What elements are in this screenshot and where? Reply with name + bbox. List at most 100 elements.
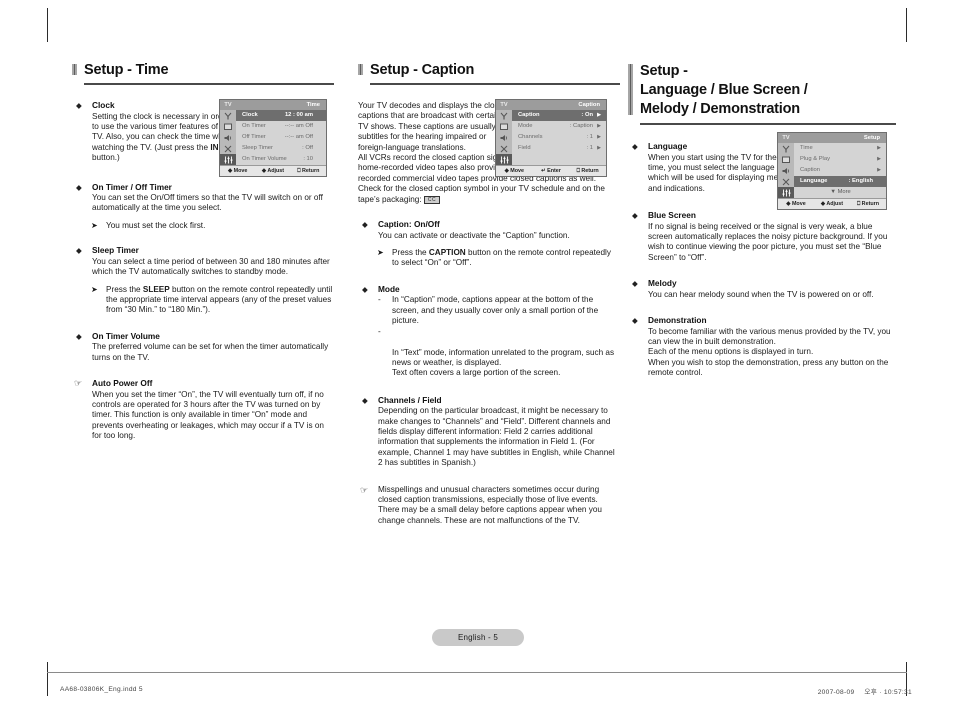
- diamond-bullet-icon: ◆: [362, 284, 368, 294]
- osd-row-empty: [512, 154, 606, 165]
- section-heading-clock: Clock: [92, 100, 115, 110]
- manual-page: Setup - Time ◆ Clock Setting the clock i…: [0, 0, 954, 704]
- section-heading-mode: Mode: [378, 283, 400, 294]
- osd-row-channels[interactable]: Channels : 1 ▶: [512, 132, 606, 143]
- section-channels-field: ◆ Channels / Field Depending on the part…: [358, 395, 616, 469]
- osd-row-value: : Caption: [569, 123, 593, 129]
- osd-row-label: Language: [800, 178, 828, 184]
- section-body-caption-onoff: You can activate or deactivate the “Capt…: [378, 230, 570, 240]
- osd-icon-rail: [778, 143, 794, 198]
- section-body-blue-screen: If no signal is being received or the si…: [648, 221, 888, 262]
- section-on-timer-volume: ◆ On Timer Volume The preferred volume c…: [72, 331, 334, 363]
- osd-time-menu: TV Time Clock 12 : 00 am On Timer --:--: [219, 99, 327, 177]
- setup-sliders-icon[interactable]: [496, 154, 512, 165]
- antenna-icon[interactable]: [778, 143, 794, 154]
- osd-row-value: : 10: [303, 156, 313, 162]
- osd-title: Caption: [578, 101, 600, 108]
- diamond-bullet-icon: ◆: [76, 182, 82, 192]
- section-caption-onoff: ◆ Caption: On/Off You can activate or de…: [358, 219, 616, 269]
- hint-move: ◆ Move: [786, 200, 806, 207]
- diamond-bullet-icon: ◆: [76, 246, 82, 256]
- picture-icon[interactable]: [220, 121, 236, 132]
- osd-row-sleep-timer[interactable]: Sleep Timer : Off: [236, 143, 326, 154]
- osd-row-label: Channels: [518, 134, 543, 140]
- osd-row-label: On Timer: [242, 123, 266, 129]
- section-body-on-off-timer: You can set the On/Off timers so that th…: [92, 193, 323, 213]
- pointing-hand-icon: ☞: [360, 484, 369, 495]
- section-body-on-timer-volume: The preferred volume can be set for when…: [92, 342, 329, 362]
- section-heading-caption-onoff: Caption: On/Off: [378, 219, 440, 230]
- osd-row-label: Field: [518, 145, 531, 151]
- osd-row-value: 12 : 00 am: [284, 112, 313, 118]
- picture-icon[interactable]: [778, 154, 794, 165]
- diamond-bullet-icon: ◆: [632, 316, 638, 326]
- title-line-2: Language / Blue Screen /: [640, 82, 808, 98]
- hint-return: ⎕ Return: [297, 167, 320, 174]
- osd-footer-hints: ◆ Move ◆ Adjust ⎕ Return: [220, 165, 326, 176]
- section-heading-demonstration: Demonstration: [648, 315, 707, 326]
- channel-scissors-icon[interactable]: [496, 143, 512, 154]
- osd-row-clock[interactable]: Clock 12 : 00 am: [236, 110, 326, 121]
- page-title-left: Setup - Time: [84, 62, 169, 78]
- closed-caption-icon: CC: [423, 195, 441, 204]
- page-title-middle: Setup - Caption: [370, 62, 475, 78]
- osd-row-on-timer[interactable]: On Timer --:-- am Off: [236, 121, 326, 132]
- osd-icon-rail: [220, 110, 236, 165]
- osd-row-value: : Off: [302, 145, 313, 151]
- picture-icon[interactable]: [496, 121, 512, 132]
- left-heading: Setup - Time: [72, 62, 334, 85]
- section-heading-on-timer-volume: On Timer Volume: [92, 330, 160, 341]
- note-text: You must set the clock first.: [106, 220, 206, 230]
- osd-row-off-timer[interactable]: Off Timer --:-- am Off: [236, 132, 326, 143]
- channel-scissors-icon[interactable]: [220, 143, 236, 154]
- osd-row-value: --:-- am Off: [284, 134, 313, 140]
- heading-rule: [84, 83, 334, 85]
- osd-row-mode[interactable]: Mode : Caption ▶: [512, 121, 606, 132]
- heading-accent-bar: [628, 64, 633, 115]
- sound-speaker-icon[interactable]: [220, 132, 236, 143]
- section-demonstration: ◆ Demonstration To become familiar with …: [628, 315, 896, 379]
- setup-sliders-icon[interactable]: [778, 187, 794, 198]
- page-title-right: Setup - Language / Blue Screen / Melody …: [640, 62, 896, 119]
- chevron-right-icon: ▶: [597, 134, 601, 140]
- hint-return: ⎕ Return: [576, 167, 599, 174]
- osd-row-label: Caption: [518, 112, 540, 118]
- title-line-3: Melody / Demonstration: [640, 101, 800, 117]
- section-heading-sleep-timer: Sleep Timer: [92, 245, 139, 256]
- chevron-right-icon: ▶: [597, 123, 601, 129]
- osd-row-time[interactable]: Time ▶: [794, 143, 886, 154]
- section-clock: ◆ Clock Setting the clock is necessary i…: [72, 100, 232, 164]
- chevron-right-icon: ▶: [877, 145, 881, 151]
- osd-row-plug-and-play[interactable]: Plug & Play ▶: [794, 154, 886, 165]
- diamond-bullet-icon: ◆: [632, 211, 638, 221]
- osd-row-more[interactable]: ▼ More: [794, 187, 886, 198]
- middle-heading: Setup - Caption: [358, 62, 620, 85]
- antenna-icon[interactable]: [220, 110, 236, 121]
- mode-dash-text-2: In “Text” mode, information unrelated to…: [392, 347, 615, 378]
- osd-item-list: Caption : On ▶ Mode : Caption ▶ Channels…: [512, 110, 606, 165]
- footer-filename: AA68-03806K_Eng.indd 5: [60, 686, 143, 693]
- osd-row-language[interactable]: Language : English: [794, 176, 886, 187]
- osd-titlebar: TV Time: [220, 100, 326, 110]
- setup-sliders-icon[interactable]: [220, 154, 236, 165]
- heading-rule: [640, 123, 896, 125]
- osd-row-caption[interactable]: Caption ▶: [794, 165, 886, 176]
- channel-scissors-icon[interactable]: [778, 176, 794, 187]
- sound-speaker-icon[interactable]: [496, 132, 512, 143]
- chevron-right-icon: ▶: [597, 112, 601, 118]
- osd-footer-hints: ◆ Move ↵ Enter ⎕ Return: [496, 165, 606, 176]
- osd-row-field[interactable]: Field : 1 ▶: [512, 143, 606, 154]
- osd-tv-tag: TV: [500, 101, 508, 108]
- antenna-icon[interactable]: [496, 110, 512, 121]
- heading-accent-bar: [72, 64, 77, 75]
- sound-speaker-icon[interactable]: [778, 165, 794, 176]
- chevron-right-icon: ▶: [597, 145, 601, 151]
- section-auto-power-off: ☞ Auto Power Off When you set the timer …: [72, 378, 334, 442]
- hint-move: ◆ Move: [227, 167, 248, 174]
- osd-row-caption[interactable]: Caption : On ▶: [512, 110, 606, 121]
- note-sleep-button: ➤ Press the SLEEP button on the remote c…: [91, 285, 334, 316]
- osd-row-on-timer-volume[interactable]: On Timer Volume : 10: [236, 154, 326, 165]
- diamond-bullet-icon: ◆: [76, 331, 82, 341]
- section-sleep-timer: ◆ Sleep Timer You can select a time peri…: [72, 245, 334, 316]
- dash-bullet-icon: -: [378, 327, 381, 337]
